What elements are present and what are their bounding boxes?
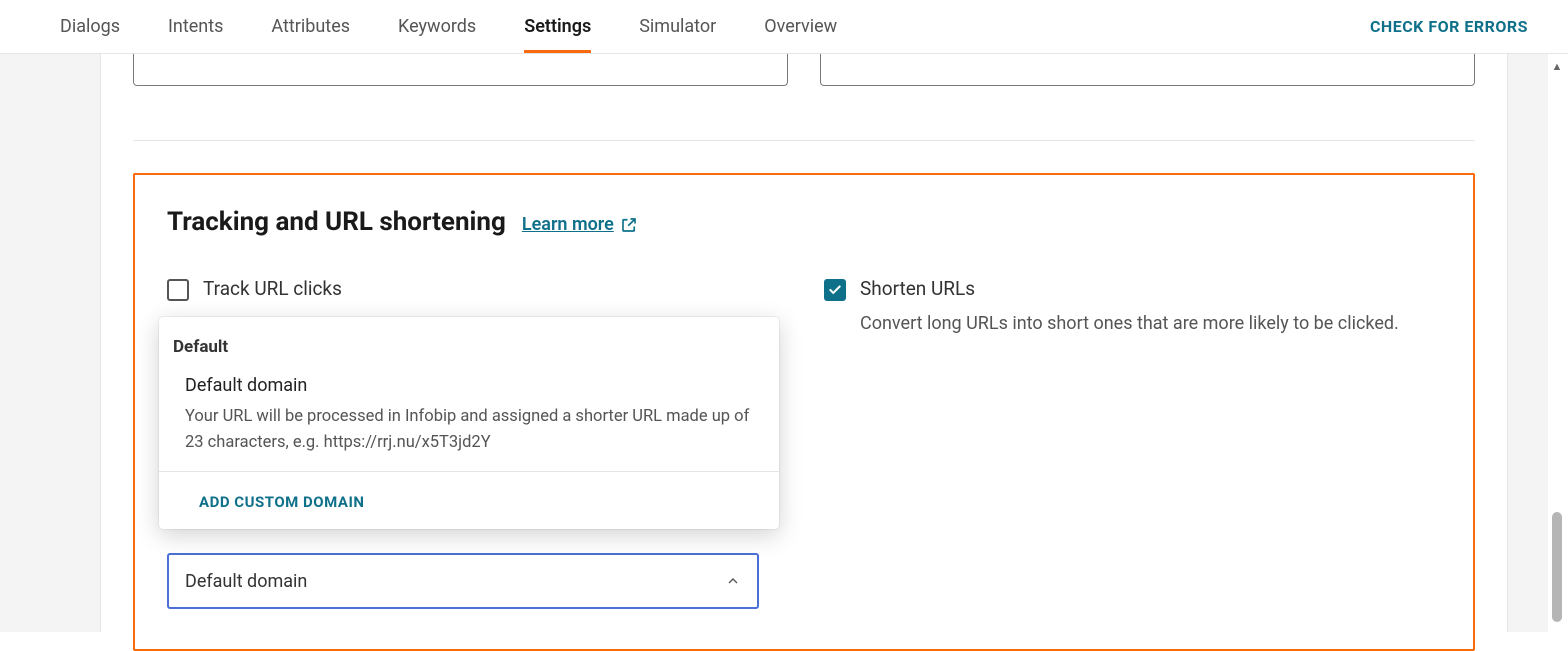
shorten-url-label: Shorten URLs <box>860 277 1399 300</box>
add-custom-domain-button[interactable]: ADD CUSTOM DOMAIN <box>199 493 364 511</box>
track-url-checkbox[interactable] <box>167 279 189 301</box>
section-header: Tracking and URL shortening Learn more <box>167 207 1441 237</box>
dropdown-option-title: Default domain <box>185 375 759 396</box>
dropdown-option-default[interactable]: Default domain Your URL will be processe… <box>159 365 779 471</box>
tab-simulator[interactable]: Simulator <box>639 0 716 53</box>
tab-dialogs[interactable]: Dialogs <box>60 0 120 53</box>
section-divider <box>133 140 1475 141</box>
tab-keywords[interactable]: Keywords <box>398 0 476 53</box>
shorten-url-option: Shorten URLs Convert long URLs into shor… <box>824 277 1441 609</box>
tracking-section: Tracking and URL shortening Learn more T… <box>133 173 1475 651</box>
scrollbar: ▲ <box>1548 60 1566 632</box>
tab-attributes[interactable]: Attributes <box>271 0 350 53</box>
learn-more-link[interactable]: Learn more <box>522 214 638 235</box>
scroll-up-arrow-icon[interactable]: ▲ <box>1548 60 1566 73</box>
tab-intents[interactable]: Intents <box>168 0 223 53</box>
top-tab-bar: Dialogs Intents Attributes Keywords Sett… <box>0 0 1568 54</box>
section-title: Tracking and URL shortening <box>167 207 506 237</box>
previous-section-row <box>133 54 1475 86</box>
domain-select-value: Default domain <box>185 571 307 592</box>
learn-more-label: Learn more <box>522 214 614 235</box>
dropdown-footer: ADD CUSTOM DOMAIN <box>159 471 779 529</box>
tabs: Dialogs Intents Attributes Keywords Sett… <box>60 0 837 53</box>
check-for-errors-button[interactable]: CHECK FOR ERRORS <box>1370 17 1528 36</box>
tab-overview[interactable]: Overview <box>764 0 837 53</box>
external-link-icon <box>620 216 638 234</box>
settings-page: Tracking and URL shortening Learn more T… <box>100 54 1508 632</box>
track-url-option: Track URL clicks <box>167 277 784 301</box>
domain-select[interactable]: Default domain <box>167 553 759 609</box>
dropdown-option-desc: Your URL will be processed in Infobip an… <box>185 404 759 455</box>
domain-dropdown-popup: Default Default domain Your URL will be … <box>159 317 779 529</box>
scrollbar-thumb[interactable] <box>1552 512 1562 622</box>
previous-input-left[interactable] <box>133 54 788 86</box>
options-row: Track URL clicks Default Default domain … <box>167 277 1441 609</box>
chevron-up-icon <box>725 573 741 589</box>
shorten-url-checkbox[interactable] <box>824 279 846 301</box>
previous-input-right[interactable] <box>820 54 1475 86</box>
content-scroll-area: Tracking and URL shortening Learn more T… <box>0 54 1548 632</box>
dropdown-group-label: Default <box>159 317 779 365</box>
track-url-label: Track URL clicks <box>203 277 342 300</box>
tab-settings[interactable]: Settings <box>524 0 591 53</box>
check-icon <box>828 283 842 297</box>
shorten-url-desc: Convert long URLs into short ones that a… <box>860 310 1399 337</box>
